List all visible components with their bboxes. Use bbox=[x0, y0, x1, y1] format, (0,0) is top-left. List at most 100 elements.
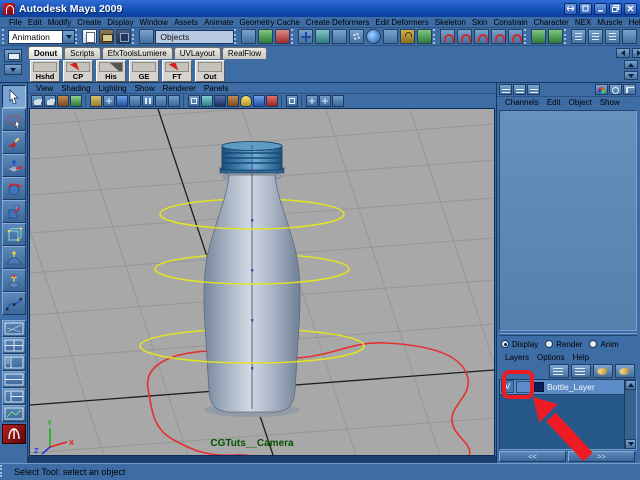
field-chart-icon[interactable] bbox=[319, 95, 331, 107]
restore-small-button[interactable] bbox=[579, 3, 592, 15]
shelf-tab-efxtoolslumiere[interactable]: EfxToolsLumiere bbox=[102, 47, 173, 59]
shelf-tab-scripts[interactable]: Scripts bbox=[64, 47, 100, 59]
rotate-tool[interactable] bbox=[2, 177, 26, 200]
menu-display[interactable]: Display bbox=[104, 18, 136, 27]
menu-skin[interactable]: Skin bbox=[469, 18, 491, 27]
scroll-up-icon[interactable] bbox=[625, 380, 636, 390]
pager-prev-button[interactable]: << bbox=[499, 451, 566, 462]
save-scene-icon[interactable] bbox=[116, 29, 131, 44]
shelf-scroll-right-icon[interactable] bbox=[632, 48, 640, 58]
character-icon[interactable] bbox=[332, 95, 344, 107]
menu-edit[interactable]: Edit bbox=[25, 18, 45, 27]
layer-scrollbar[interactable] bbox=[624, 380, 636, 449]
select-by-component-icon[interactable] bbox=[275, 29, 290, 44]
radio-anim[interactable]: Anim bbox=[589, 340, 618, 349]
navy-cube-icon[interactable] bbox=[214, 95, 226, 107]
viewport-menu-show[interactable]: Show bbox=[131, 84, 159, 93]
two-pane-stacked-layout-button[interactable] bbox=[2, 371, 26, 388]
shelf-dropdown-icon[interactable] bbox=[4, 64, 22, 75]
panel-divider[interactable] bbox=[499, 333, 637, 336]
ik-icon[interactable] bbox=[383, 29, 398, 44]
new-layer-assign-icon[interactable] bbox=[615, 364, 635, 378]
menu-edit-deformers[interactable]: Edit Deformers bbox=[372, 18, 431, 27]
two-pane-side-layout-button[interactable] bbox=[2, 354, 26, 371]
shelf-tab-donut[interactable]: Donut bbox=[28, 46, 63, 59]
isolate-select-icon[interactable] bbox=[155, 95, 167, 107]
open-scene-icon[interactable] bbox=[99, 29, 114, 44]
menu-file[interactable]: File bbox=[6, 18, 25, 27]
shelf-scroll-down-icon[interactable] bbox=[624, 71, 638, 80]
layer-visibility-toggle[interactable]: V bbox=[501, 380, 514, 393]
channel-menu-show[interactable]: Show bbox=[596, 98, 624, 107]
list-input-icon[interactable] bbox=[588, 29, 603, 44]
toolbar-grip[interactable] bbox=[132, 29, 136, 44]
output-connections-icon[interactable] bbox=[548, 29, 563, 44]
statusbar-grip[interactable] bbox=[0, 465, 4, 477]
toolbar-grip[interactable] bbox=[234, 29, 238, 44]
grid-icon[interactable] bbox=[306, 95, 318, 107]
layer-row-bottle-layer[interactable]: V Bottle_Layer bbox=[500, 380, 624, 395]
film-gate-icon[interactable] bbox=[90, 95, 102, 107]
render-globe-icon[interactable] bbox=[366, 29, 381, 44]
brown-cube-icon[interactable] bbox=[227, 95, 239, 107]
minimize-button[interactable] bbox=[594, 3, 607, 15]
move-layer-down-icon[interactable] bbox=[571, 364, 591, 378]
light-bulb-icon[interactable] bbox=[240, 95, 252, 107]
menu-skeleton[interactable]: Skeleton bbox=[432, 18, 469, 27]
channel-layout-icon-2[interactable] bbox=[513, 84, 526, 95]
menu-window[interactable]: Window bbox=[137, 18, 171, 27]
viewport-menu-panels[interactable]: Panels bbox=[200, 84, 232, 93]
select-tool[interactable] bbox=[2, 85, 26, 108]
four-pane-layout-button[interactable] bbox=[2, 337, 26, 354]
viewport-menu-shading[interactable]: Shading bbox=[57, 84, 94, 93]
teal-cube-icon[interactable] bbox=[201, 95, 213, 107]
color-wheel-icon[interactable] bbox=[595, 84, 608, 95]
menu-set-selector[interactable]: Animation bbox=[8, 30, 75, 44]
menu-animate[interactable]: Animate bbox=[201, 18, 236, 27]
toolbar-grip[interactable] bbox=[433, 29, 437, 44]
scroll-down-icon[interactable] bbox=[625, 439, 636, 449]
channel-box-area[interactable] bbox=[499, 110, 637, 332]
viewport-menu-renderer[interactable]: Renderer bbox=[159, 84, 200, 93]
selection-mask-field[interactable]: Objects bbox=[155, 30, 234, 44]
toolbar-grip[interactable] bbox=[2, 29, 6, 44]
gear-icon[interactable] bbox=[349, 29, 364, 44]
toolbar-grip[interactable] bbox=[564, 29, 568, 44]
camera-attributes-icon[interactable] bbox=[44, 95, 56, 107]
grease-pencil-icon[interactable] bbox=[57, 95, 69, 107]
shelf-button-ge[interactable]: GE bbox=[129, 60, 159, 82]
layer-color-swatch[interactable] bbox=[534, 382, 544, 392]
snap-to-surface-icon[interactable] bbox=[508, 29, 523, 44]
shelf-tab-uvlayout[interactable]: UVLayout bbox=[174, 47, 221, 59]
menu-help[interactable]: Help bbox=[626, 18, 640, 27]
plus-icon[interactable] bbox=[298, 29, 313, 44]
blue-cube-icon[interactable] bbox=[253, 95, 265, 107]
shelf-tab-realflow[interactable]: RealFlow bbox=[222, 47, 267, 59]
toolbar-grip[interactable] bbox=[291, 29, 295, 44]
snap-to-view-plane-icon[interactable] bbox=[491, 29, 506, 44]
list-output-icon[interactable] bbox=[605, 29, 620, 44]
layer-menu-options[interactable]: Options bbox=[533, 353, 569, 362]
channel-menu-edit[interactable]: Edit bbox=[543, 98, 565, 107]
textured-icon[interactable] bbox=[129, 95, 141, 107]
last-tool[interactable] bbox=[2, 292, 26, 315]
paint-select-tool[interactable] bbox=[2, 131, 26, 154]
switch-window-button[interactable] bbox=[564, 3, 577, 15]
snap-to-grid-icon[interactable] bbox=[440, 29, 455, 44]
menu-muscle[interactable]: Muscle bbox=[594, 18, 625, 27]
menu-create-deformers[interactable]: Create Deformers bbox=[303, 18, 373, 27]
graph-pane-layout-button[interactable] bbox=[2, 405, 26, 422]
shelf-button-ft[interactable]: FT bbox=[162, 60, 192, 82]
layout-icon[interactable] bbox=[332, 29, 347, 44]
new-empty-layer-icon[interactable] bbox=[593, 364, 613, 378]
shelf-button-cp[interactable]: CP bbox=[63, 60, 93, 82]
scale-tool[interactable] bbox=[2, 200, 26, 223]
single-pane-layout-button[interactable] bbox=[2, 320, 26, 337]
shelf-scroll-left-icon[interactable] bbox=[616, 48, 630, 58]
move-layer-up-icon[interactable] bbox=[549, 364, 569, 378]
highlight-selection-icon[interactable] bbox=[417, 29, 432, 44]
viewport-3d-scene[interactable]: CGTuts__Camera Y X Z bbox=[30, 109, 494, 455]
select-by-object-icon[interactable] bbox=[258, 29, 273, 44]
snap-to-curve-icon[interactable] bbox=[457, 29, 472, 44]
viewport-menu-view[interactable]: View bbox=[32, 84, 57, 93]
